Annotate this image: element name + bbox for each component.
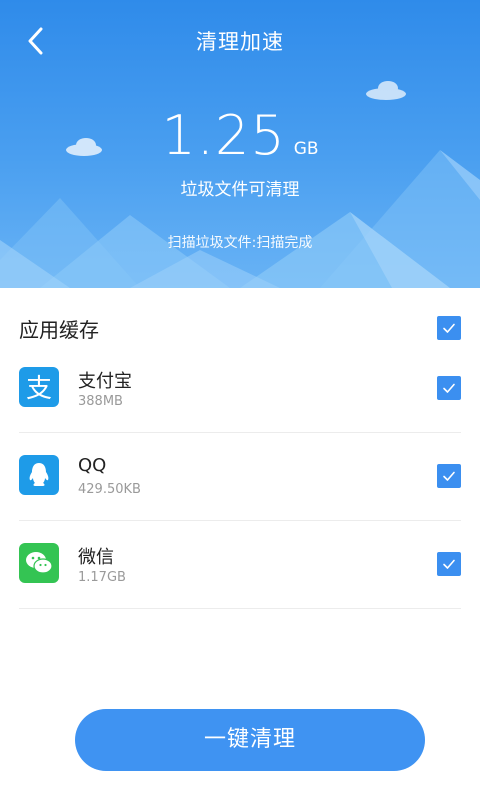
one-tap-clean-button[interactable]: 一键清理 — [75, 709, 425, 771]
list-item[interactable]: 支 支付宝 388MB — [19, 345, 461, 433]
app-cache-size: 429.50KB — [78, 482, 141, 497]
section-title: 应用缓存 — [19, 318, 99, 342]
page-title: 清理加速 — [196, 30, 284, 54]
qq-icon — [19, 455, 59, 495]
select-all-checkbox[interactable] — [437, 316, 461, 340]
check-icon — [443, 471, 455, 481]
app-checkbox[interactable] — [437, 464, 461, 488]
app-checkbox[interactable] — [437, 376, 461, 400]
list-item[interactable]: 微信 1.17GB — [19, 521, 461, 609]
app-cache-size: 388MB — [78, 394, 123, 409]
junk-size-unit: GB — [293, 139, 319, 159]
junk-size-value: 1.25 — [161, 104, 286, 167]
junk-size-display: 1.25 GB — [0, 104, 480, 167]
app-cache-size: 1.17GB — [78, 570, 126, 585]
header-banner: 清理加速 1.25 GB 垃圾文件可清理 扫描垃圾文件:扫描完成 — [0, 0, 480, 288]
check-icon — [443, 559, 455, 569]
scan-status: 扫描垃圾文件:扫描完成 — [167, 235, 313, 251]
app-cache-list: 支 支付宝 388MB QQ 429.50KB 微信 1.17GB — [0, 345, 480, 609]
list-item[interactable]: QQ 429.50KB — [19, 433, 461, 521]
app-name: 微信 — [78, 547, 114, 568]
check-icon — [443, 323, 455, 333]
wechat-icon — [19, 543, 59, 583]
check-icon — [443, 383, 455, 393]
app-checkbox[interactable] — [437, 552, 461, 576]
app-name: QQ — [78, 455, 107, 476]
cloud-right — [366, 81, 406, 100]
svg-text:支: 支 — [26, 374, 52, 404]
junk-subtitle: 垃圾文件可清理 — [180, 180, 300, 200]
alipay-icon: 支 — [19, 367, 59, 407]
app-name: 支付宝 — [78, 371, 132, 392]
